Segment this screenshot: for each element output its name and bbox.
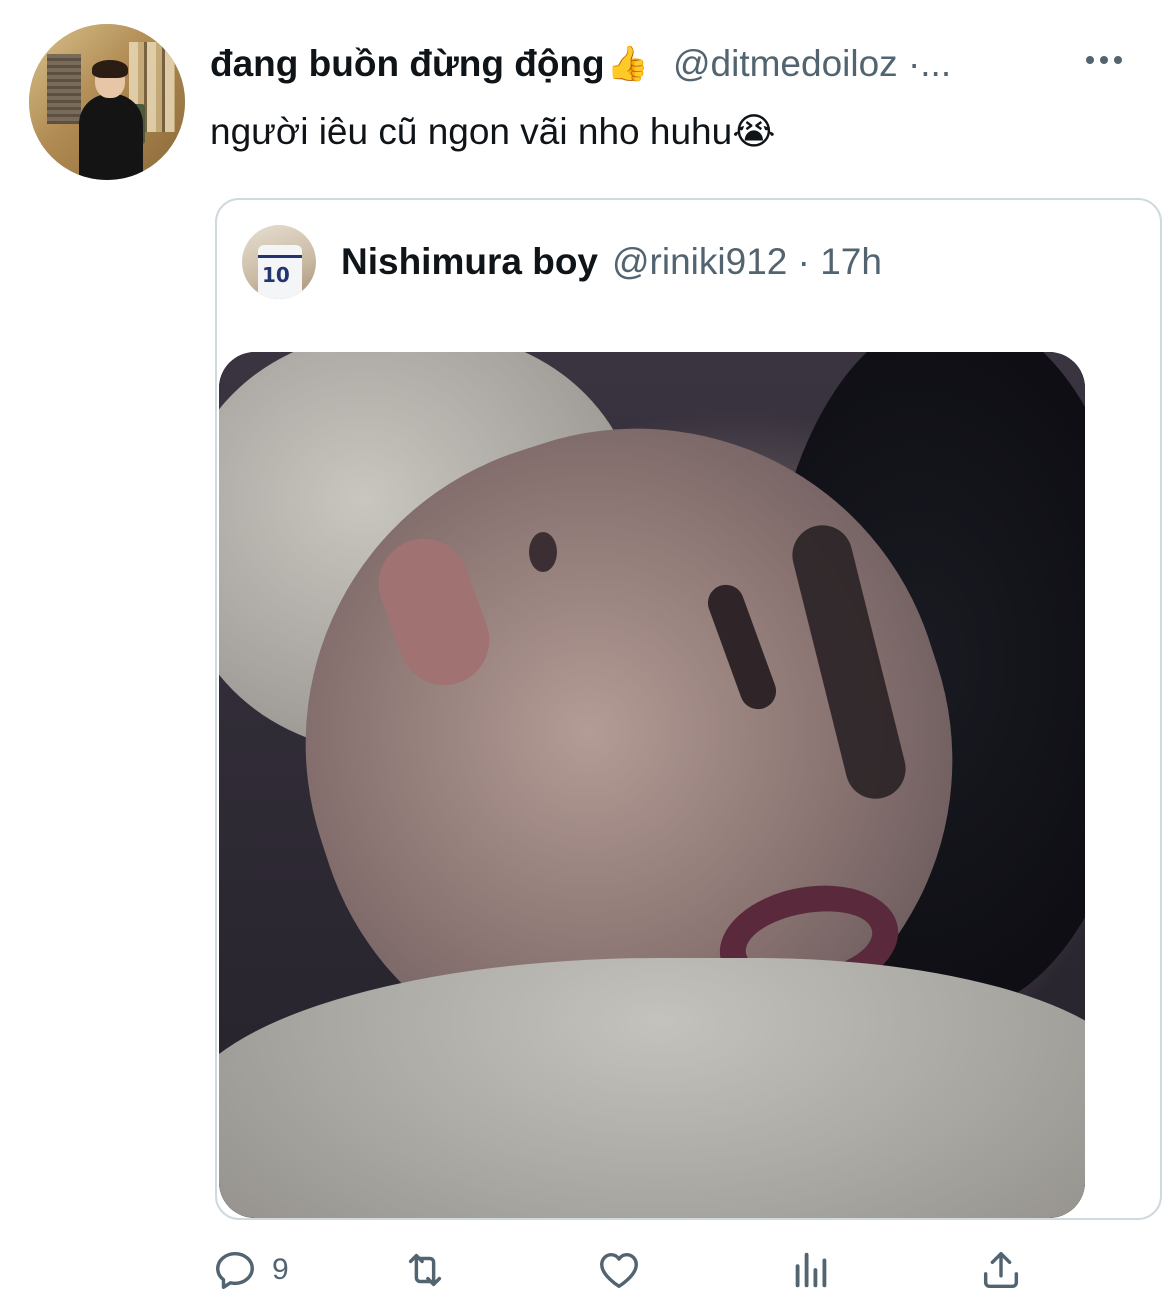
like-icon — [600, 1252, 638, 1289]
retweet-button[interactable] — [402, 1240, 448, 1300]
quoted-author-avatar: 10 — [242, 225, 316, 299]
share-button[interactable] — [978, 1240, 1024, 1300]
tweet-text: người iêu cũ ngon vãi nho huhu😭 — [210, 110, 775, 153]
tweet-text-body: người iêu cũ ngon vãi nho huhu — [210, 111, 733, 152]
quoted-author-display-name: Nishimura boy — [341, 241, 598, 282]
crying-emoji: 😭 — [732, 111, 776, 152]
author-avatar[interactable] — [29, 24, 185, 180]
analytics-button[interactable] — [788, 1240, 834, 1300]
share-icon — [983, 1251, 1019, 1289]
quoted-tweet-photo[interactable] — [219, 352, 1085, 1218]
jersey-number: 10 — [262, 263, 290, 287]
reply-count: 9 — [272, 1253, 289, 1286]
more-options-icon[interactable] — [1086, 52, 1126, 68]
like-button[interactable] — [596, 1240, 642, 1300]
action-bar: 9 — [0, 1240, 1169, 1300]
author-display-name[interactable]: đang buồn đừng động — [210, 43, 605, 85]
reply-button[interactable]: 9 — [212, 1240, 289, 1300]
tweet[interactable]: đang buồn đừng động 👍 @ditmedoiloz ·... … — [0, 0, 1169, 1311]
reply-icon — [216, 1251, 254, 1289]
quoted-tweet-header: Nishimura boy @riniki912 · 17h — [341, 240, 882, 284]
quoted-tweet[interactable]: 10 Nishimura boy @riniki912 · 17h — [215, 198, 1162, 1220]
tweet-header: đang buồn đừng động 👍 @ditmedoiloz ·... — [210, 40, 951, 88]
thumbs-up-emoji: 👍 — [606, 45, 649, 83]
analytics-icon — [795, 1252, 827, 1288]
retweet-icon — [408, 1253, 442, 1287]
quoted-author-handle-time: @riniki912 · 17h — [612, 241, 882, 282]
author-handle[interactable]: @ditmedoiloz ·... — [673, 43, 951, 85]
